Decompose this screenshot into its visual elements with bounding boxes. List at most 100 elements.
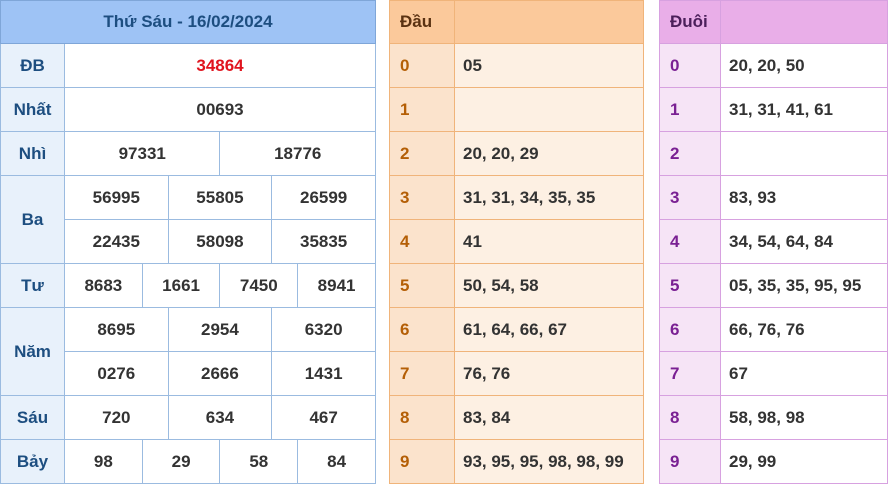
prize-value: 26599 — [271, 175, 376, 220]
prize-row-db: ĐB 34864 — [0, 43, 376, 88]
prize-value: 8695 — [64, 307, 169, 352]
digit-key: 0 — [389, 43, 455, 88]
prize-row-sau: Sáu 720 634 467 — [0, 395, 376, 440]
dau-row: 8 83, 84 — [389, 395, 644, 440]
prize-value: 55805 — [167, 175, 273, 220]
digit-key: 3 — [659, 175, 721, 220]
digit-key: 4 — [659, 219, 721, 264]
digit-key: 9 — [389, 439, 455, 484]
prize-label: Nhất — [0, 87, 65, 132]
duoi-row: 8 58, 98, 98 — [659, 395, 888, 440]
dau-row: 7 76, 76 — [389, 351, 644, 396]
prize-row-nhat: Nhất 00693 — [0, 87, 376, 132]
duoi-row: 1 31, 31, 41, 61 — [659, 87, 888, 132]
digit-values: 05 — [454, 43, 644, 88]
prize-value: 2954 — [167, 307, 273, 352]
prize-value: 58 — [219, 439, 299, 484]
duoi-row: 3 83, 93 — [659, 175, 888, 220]
prize-value: 29 — [141, 439, 221, 484]
digit-values: 29, 99 — [720, 439, 888, 484]
prize-value: 7450 — [219, 263, 299, 308]
duoi-table: Đuôi 0 20, 20, 50 1 31, 31, 41, 61 2 3 83, … — [659, 0, 888, 484]
digit-values: 05, 35, 35, 95, 95 — [720, 263, 888, 308]
prize-label: Năm — [0, 307, 65, 396]
digit-key: 2 — [389, 131, 455, 176]
prize-header-row: Thứ Sáu - 16/02/2024 — [0, 0, 376, 44]
prize-value: 8941 — [297, 263, 376, 308]
duoi-row: 6 66, 76, 76 — [659, 307, 888, 352]
digit-key: 8 — [659, 395, 721, 440]
digit-key: 7 — [659, 351, 721, 396]
prize-value: 98 — [64, 439, 143, 484]
dau-row: 5 50, 54, 58 — [389, 263, 644, 308]
digit-values: 31, 31, 41, 61 — [720, 87, 888, 132]
prize-label: Ba — [0, 175, 65, 264]
duoi-row: 5 05, 35, 35, 95, 95 — [659, 263, 888, 308]
digit-values: 76, 76 — [454, 351, 644, 396]
prize-value: 720 — [64, 395, 169, 440]
digit-key: 5 — [389, 263, 455, 308]
digit-values — [720, 131, 888, 176]
digit-key: 2 — [659, 131, 721, 176]
duoi-row: 2 — [659, 131, 888, 176]
dau-table: Đầu 0 05 1 2 20, 20, 29 3 31, 31, 34, 35, 3… — [389, 0, 644, 484]
prize-label: Tư — [0, 263, 65, 308]
dau-row: 1 — [389, 87, 644, 132]
dau-row: 9 93, 95, 95, 98, 98, 99 — [389, 439, 644, 484]
prize-value: 467 — [271, 395, 376, 440]
duoi-row: 4 34, 54, 64, 84 — [659, 219, 888, 264]
dau-row: 6 61, 64, 66, 67 — [389, 307, 644, 352]
prize-row-ba: Ba 56995 55805 26599 — [0, 175, 376, 264]
digit-key: 9 — [659, 439, 721, 484]
prize-value: 1431 — [271, 351, 376, 396]
prize-value: 97331 — [63, 131, 221, 176]
prize-table: Thứ Sáu - 16/02/2024 ĐB 34864 Nhất 00693… — [0, 0, 376, 484]
duoi-row: 0 20, 20, 50 — [659, 43, 888, 88]
digit-values — [454, 87, 644, 132]
digit-values: 93, 95, 95, 98, 98, 99 — [454, 439, 644, 484]
prize-row-tu: Tư 8683 1661 7450 8941 — [0, 263, 376, 308]
prize-value: 84 — [297, 439, 376, 484]
digit-key: 1 — [389, 87, 455, 132]
duoi-row: 7 67 — [659, 351, 888, 396]
digit-key: 3 — [389, 175, 455, 220]
digit-values: 31, 31, 34, 35, 35 — [454, 175, 644, 220]
digit-values: 67 — [720, 351, 888, 396]
digit-values: 34, 54, 64, 84 — [720, 219, 888, 264]
dau-row: 0 05 — [389, 43, 644, 88]
prize-value: 1661 — [141, 263, 221, 308]
digit-key: 0 — [659, 43, 721, 88]
digit-values: 61, 64, 66, 67 — [454, 307, 644, 352]
prize-value: 58098 — [167, 219, 273, 264]
dau-row: 2 20, 20, 29 — [389, 131, 644, 176]
digit-key: 6 — [659, 307, 721, 352]
prize-value: 56995 — [64, 175, 169, 220]
prize-label: Nhì — [0, 131, 65, 176]
prize-value: 6320 — [271, 307, 376, 352]
prize-value: 634 — [167, 395, 273, 440]
duoi-header-blank — [720, 0, 888, 44]
digit-values: 41 — [454, 219, 644, 264]
digit-values: 20, 20, 29 — [454, 131, 644, 176]
digit-key: 5 — [659, 263, 721, 308]
prize-label: ĐB — [0, 43, 65, 88]
prize-row-bay: Bảy 98 29 58 84 — [0, 439, 376, 484]
dau-row: 3 31, 31, 34, 35, 35 — [389, 175, 644, 220]
digit-values: 83, 84 — [454, 395, 644, 440]
digit-key: 1 — [659, 87, 721, 132]
duoi-header-row: Đuôi — [659, 0, 888, 44]
dau-header-row: Đầu — [389, 0, 644, 44]
prize-value: 18776 — [219, 131, 376, 176]
digit-key: 7 — [389, 351, 455, 396]
digit-key: 4 — [389, 219, 455, 264]
prize-value: 2666 — [167, 351, 273, 396]
dau-row: 4 41 — [389, 219, 644, 264]
draw-date-title: Thứ Sáu - 16/02/2024 — [0, 0, 376, 44]
digit-values: 50, 54, 58 — [454, 263, 644, 308]
duoi-row: 9 29, 99 — [659, 439, 888, 484]
digit-values: 20, 20, 50 — [720, 43, 888, 88]
prize-label: Bảy — [0, 439, 65, 484]
dau-header-blank — [454, 0, 644, 44]
digit-values: 83, 93 — [720, 175, 888, 220]
prize-label: Sáu — [0, 395, 65, 440]
